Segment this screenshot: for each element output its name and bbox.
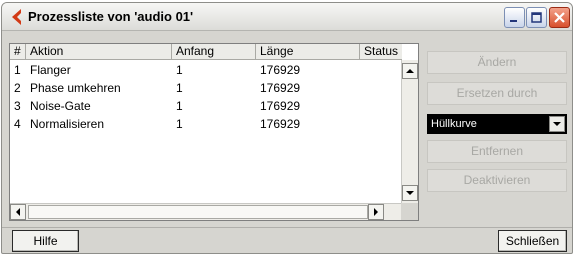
row-start: 1: [176, 117, 183, 131]
scroll-corner: [401, 203, 418, 220]
column-header-status[interactable]: Status: [360, 44, 402, 60]
row-length: 176929: [260, 99, 301, 113]
horizontal-scrollbar[interactable]: [10, 203, 402, 220]
row-number: 3: [14, 99, 21, 113]
dropdown-value: Hüllkurve: [431, 118, 477, 130]
close-button[interactable]: [549, 7, 570, 28]
column-header-anfang[interactable]: Anfang: [172, 44, 256, 60]
maximize-icon: [531, 12, 542, 23]
window-title: Prozessliste von 'audio 01': [28, 9, 194, 24]
row-action: Phase umkehren: [30, 81, 121, 95]
scroll-right-button[interactable]: [368, 204, 384, 220]
arrow-up-icon: [406, 69, 414, 73]
row-action: Noise-Gate: [30, 99, 91, 113]
row-action: Flanger: [30, 63, 71, 77]
hilfe-button[interactable]: Hilfe: [12, 230, 79, 252]
table-row[interactable]: 2 Phase umkehren 1 176929: [10, 79, 402, 97]
maximize-button[interactable]: [526, 7, 547, 28]
chevron-down-icon: [553, 122, 561, 126]
replace-with-dropdown[interactable]: Hüllkurve: [427, 114, 567, 134]
table-row[interactable]: 4 Normalisieren 1 176929: [10, 115, 402, 133]
column-header-number[interactable]: #: [10, 44, 26, 60]
minimize-button[interactable]: [504, 7, 525, 28]
row-action: Normalisieren: [30, 117, 105, 131]
arrow-right-icon: [374, 208, 378, 216]
arrow-down-icon: [406, 191, 414, 195]
row-length: 176929: [260, 81, 301, 95]
row-number: 2: [14, 81, 21, 95]
process-list: # Aktion Anfang Länge Status 1 Flanger 1…: [9, 43, 419, 221]
row-start: 1: [176, 81, 183, 95]
row-length: 176929: [260, 63, 301, 77]
row-start: 1: [176, 63, 183, 77]
app-logo-icon: [12, 9, 21, 25]
column-header-aktion[interactable]: Aktion: [26, 44, 172, 60]
ersetzen-durch-button[interactable]: Ersetzen durch: [427, 82, 567, 105]
table-row[interactable]: 1 Flanger 1 176929: [10, 61, 402, 79]
footer-divider: [2, 227, 572, 228]
dropdown-arrow-button[interactable]: [549, 116, 565, 132]
scroll-down-button[interactable]: [402, 185, 418, 201]
arrow-left-icon: [16, 208, 20, 216]
title-bar[interactable]: Prozessliste von 'audio 01': [2, 3, 572, 31]
horizontal-scroll-thumb[interactable]: [28, 205, 368, 219]
deaktivieren-button[interactable]: Deaktivieren: [427, 169, 567, 192]
aendern-button[interactable]: Ändern: [427, 51, 567, 74]
entfernen-button[interactable]: Entfernen: [427, 140, 567, 163]
vertical-scrollbar[interactable]: [401, 60, 418, 204]
scroll-left-button[interactable]: [10, 204, 26, 220]
row-start: 1: [176, 99, 183, 113]
close-icon: [554, 12, 565, 23]
minimize-icon: [510, 20, 517, 22]
table-row[interactable]: 3 Noise-Gate 1 176929: [10, 97, 402, 115]
row-length: 176929: [260, 117, 301, 131]
row-number: 4: [14, 117, 21, 131]
scroll-up-button[interactable]: [402, 63, 418, 79]
column-header-laenge[interactable]: Länge: [256, 44, 360, 60]
list-header: # Aktion Anfang Länge Status: [10, 44, 402, 60]
process-list-window: Prozessliste von 'audio 01' # Aktion Anf…: [1, 2, 573, 254]
row-number: 1: [14, 63, 21, 77]
schliessen-button[interactable]: Schließen: [498, 230, 567, 252]
